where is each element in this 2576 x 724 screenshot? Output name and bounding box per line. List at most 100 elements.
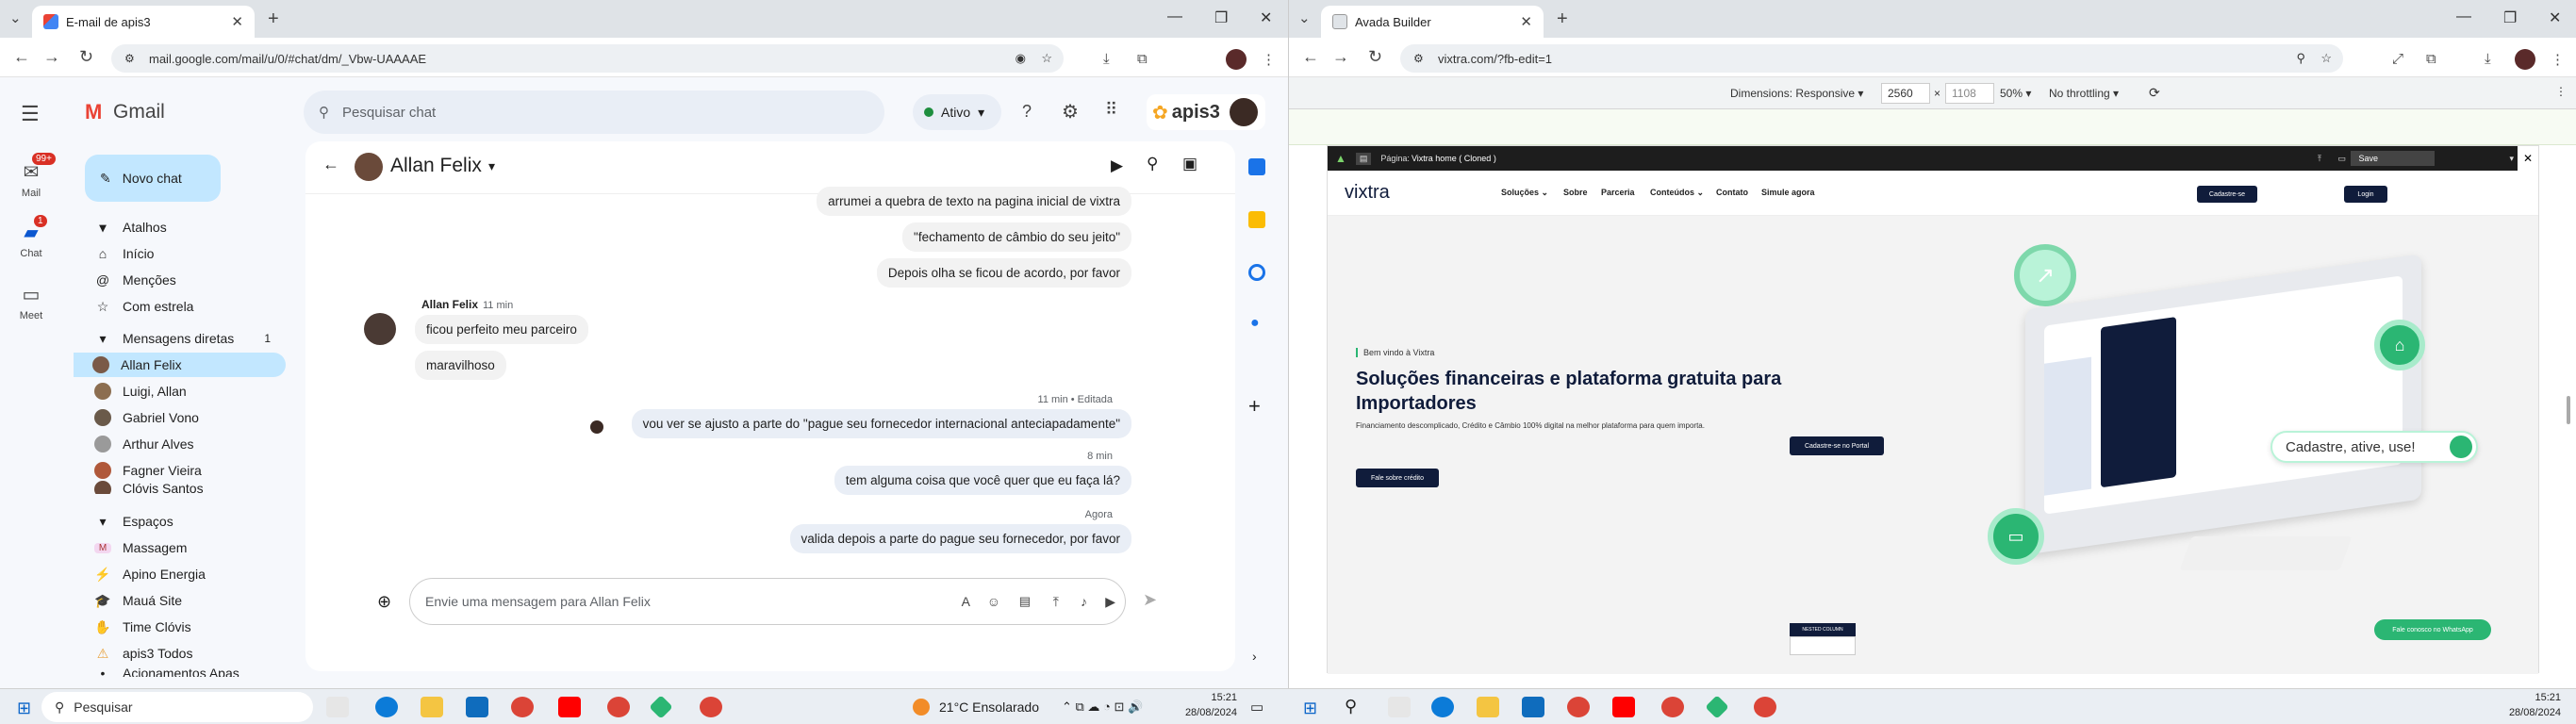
- search-icon[interactable]: ⚲: [1147, 155, 1158, 173]
- tab-search-icon[interactable]: ⌄: [1298, 9, 1311, 26]
- mail-app-icon[interactable]: [466, 697, 488, 717]
- forward-icon[interactable]: →: [1332, 47, 1349, 67]
- credit-button[interactable]: Fale sobre crédito: [1356, 469, 1439, 487]
- menu-simule[interactable]: Simule agora: [1761, 188, 1815, 197]
- chrome-profile-icon[interactable]: [1661, 697, 1684, 717]
- nav-item-mentions[interactable]: @ Menções: [75, 268, 288, 292]
- taskbar-search[interactable]: ⚲ Pesquisar: [41, 692, 313, 722]
- format-text-icon[interactable]: A: [962, 594, 970, 609]
- menu-sobre[interactable]: Sobre: [1563, 188, 1588, 197]
- extensions-icon[interactable]: ⧉: [2426, 51, 2436, 67]
- rail-meet[interactable]: ▭ Meet: [0, 283, 62, 321]
- tab-avada[interactable]: Avada Builder ✕: [1321, 6, 1544, 38]
- more-options-icon[interactable]: ⋮: [2555, 85, 2567, 98]
- download-icon[interactable]: ⤓: [1103, 51, 1110, 67]
- rotate-icon[interactable]: ⟳: [2149, 85, 2160, 101]
- space-apino-energia[interactable]: ⚡ Apino Energia: [75, 562, 288, 586]
- close-tab-icon[interactable]: ✕: [1520, 13, 1532, 30]
- windows-start-icon[interactable]: ⊞: [17, 699, 31, 718]
- emoji-icon[interactable]: ☺: [987, 594, 1000, 609]
- back-arrow-icon[interactable]: ←: [322, 155, 339, 174]
- devtools-icon[interactable]: ⤢: [2392, 51, 2403, 67]
- desktop-view-icon[interactable]: ▭: [2337, 154, 2346, 164]
- new-tab-icon[interactable]: +: [268, 8, 279, 30]
- edge-icon[interactable]: [1431, 697, 1454, 717]
- app-diamond-icon[interactable]: [649, 695, 673, 719]
- weather-text[interactable]: 21°C Ensolarado: [939, 699, 1039, 715]
- reload-icon[interactable]: ↻: [79, 47, 93, 67]
- task-view-icon[interactable]: [1388, 697, 1411, 717]
- browser-menu-icon[interactable]: ⋮: [1262, 51, 1276, 68]
- zoom-icon[interactable]: ⚲: [2296, 51, 2305, 66]
- space-apis3-todos[interactable]: ⚠ apis3 Todos: [75, 641, 288, 666]
- dm-allan-felix[interactable]: Allan Felix: [74, 353, 286, 377]
- new-tab-icon[interactable]: +: [1557, 8, 1568, 30]
- url-field[interactable]: ⚙ vixtra.com/?fb-edit=1 ⚲ ☆: [1400, 44, 2343, 73]
- nav-item-home[interactable]: ⌂ Início: [75, 241, 288, 266]
- nested-column-box[interactable]: [1790, 636, 1856, 655]
- user-avatar[interactable]: [1229, 98, 1258, 126]
- clock-time[interactable]: 15:21: [1181, 692, 1237, 703]
- chat-search-input[interactable]: ⚲ Pesquisar chat: [304, 90, 884, 134]
- clock-time[interactable]: 15:21: [2504, 692, 2561, 703]
- video-clip-icon[interactable]: ▶: [1105, 594, 1115, 610]
- dimensions-dropdown[interactable]: Dimensions: Responsive ▾: [1730, 87, 1863, 100]
- minimize-icon[interactable]: —: [1167, 8, 1182, 25]
- browser-menu-icon[interactable]: ⋮: [2551, 51, 2565, 68]
- space-acionamentos[interactable]: • Acionamentos Apas: [75, 666, 288, 677]
- save-button[interactable]: Save: [2351, 151, 2435, 166]
- chrome-icon[interactable]: [511, 697, 534, 717]
- chrome-profile-icon[interactable]: [607, 697, 630, 717]
- minimize-icon[interactable]: —: [2456, 8, 2471, 25]
- profile-avatar[interactable]: [1226, 49, 1247, 70]
- section-dms-toggle[interactable]: ▾ Mensagens diretas 1: [75, 326, 288, 351]
- account-switcher[interactable]: ✿ apis3: [1147, 94, 1265, 130]
- status-dropdown[interactable]: Ativo ▾: [913, 94, 1001, 130]
- keep-icon[interactable]: [1248, 211, 1265, 228]
- profile-avatar[interactable]: [2515, 49, 2535, 70]
- signup-button[interactable]: Cadastre-se: [2197, 186, 2257, 203]
- space-maua-site[interactable]: 🎓 Mauá Site: [75, 588, 288, 613]
- calendar-icon[interactable]: [1248, 158, 1265, 175]
- file-explorer-icon[interactable]: [1477, 697, 1499, 717]
- edge-icon[interactable]: [375, 697, 398, 717]
- menu-conteudos[interactable]: Conteúdos ⌄: [1650, 188, 1704, 198]
- add-addon-icon[interactable]: +: [1248, 394, 1261, 419]
- dm-luigi-allan[interactable]: Luigi, Allan: [75, 379, 288, 403]
- close-tab-icon[interactable]: ✕: [231, 13, 243, 30]
- restore-icon[interactable]: ❐: [1214, 8, 1228, 27]
- message-input[interactable]: Envie uma mensagem para Allan Felix A ☺ …: [409, 578, 1126, 625]
- close-builder-icon[interactable]: ✕: [2518, 146, 2538, 171]
- tab-search-icon[interactable]: ⌄: [9, 9, 22, 26]
- send-icon[interactable]: ➤: [1143, 590, 1157, 610]
- search-icon[interactable]: ⚲: [1345, 697, 1357, 716]
- chrome-profile-2-icon[interactable]: [700, 697, 722, 717]
- width-input[interactable]: 2560: [1881, 83, 1930, 104]
- video-call-icon[interactable]: ▶: [1111, 156, 1123, 175]
- contact-name[interactable]: Allan Felix: [390, 155, 482, 177]
- clock-date[interactable]: 28/08/2024: [1173, 707, 1237, 718]
- bookmark-star-icon[interactable]: ☆: [2320, 51, 2332, 66]
- portal-signup-button[interactable]: Cadastre-se no Portal: [1790, 436, 1884, 455]
- forward-icon[interactable]: →: [43, 47, 60, 67]
- gif-icon[interactable]: ▤: [1019, 594, 1031, 609]
- export-icon[interactable]: ⤒: [2318, 154, 2321, 164]
- chrome-icon[interactable]: [1567, 697, 1590, 717]
- zoom-dropdown[interactable]: 50% ▾: [2000, 87, 2031, 100]
- restore-icon[interactable]: ❐: [2503, 8, 2517, 27]
- clock-date[interactable]: 28/08/2024: [2497, 707, 2561, 718]
- mail-app-icon[interactable]: [1522, 697, 1544, 717]
- menu-solucoes[interactable]: Soluções ⌄: [1501, 188, 1548, 198]
- add-attachment-icon[interactable]: ⊕: [377, 592, 391, 612]
- app-diamond-icon[interactable]: [1705, 695, 1729, 719]
- space-massagem[interactable]: M Massagem: [75, 535, 288, 560]
- youtube-icon[interactable]: [558, 697, 581, 717]
- dm-gabriel-vono[interactable]: Gabriel Vono: [75, 405, 288, 430]
- dm-fagner-vieira[interactable]: Fagner Vieira: [75, 458, 288, 483]
- close-window-icon[interactable]: ✕: [2549, 8, 2561, 27]
- tray-icons[interactable]: ⌃ ⧉ ☁ ◔ ⊡ 🔊: [1062, 699, 1143, 715]
- new-chat-button[interactable]: ✎ Novo chat: [85, 155, 221, 202]
- open-in-window-icon[interactable]: ▣: [1182, 155, 1197, 173]
- menu-contato[interactable]: Contato: [1716, 188, 1748, 197]
- chrome-profile-2-icon[interactable]: [1754, 697, 1776, 717]
